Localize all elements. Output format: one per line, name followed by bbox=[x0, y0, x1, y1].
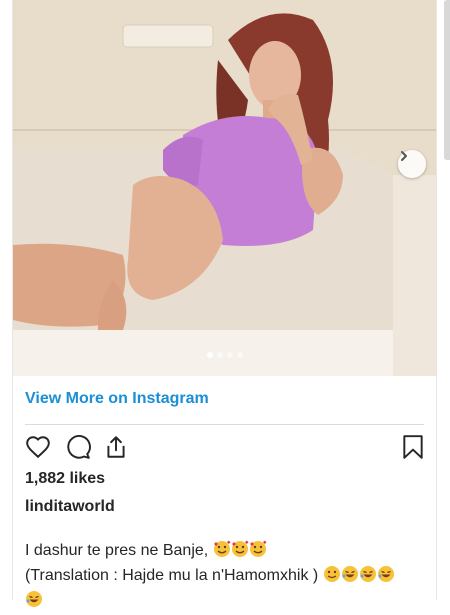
caption-text-1: I dashur te pres ne Banje, bbox=[25, 542, 209, 559]
carousel-dot bbox=[226, 352, 233, 358]
caption-text-2: (Translation : Hajde mu la n'Hamomxhik ) bbox=[25, 567, 319, 584]
action-bar bbox=[25, 434, 425, 462]
share-icon[interactable] bbox=[103, 434, 129, 465]
post-caption: I dashur te pres ne Banje, (Translation … bbox=[25, 540, 435, 615]
divider bbox=[25, 424, 424, 425]
heart-icon[interactable] bbox=[25, 434, 51, 465]
smiling-face-with-hearts-icon bbox=[231, 540, 249, 565]
carousel-dot-active bbox=[206, 352, 213, 358]
smiling-face-icon bbox=[323, 565, 341, 590]
carousel-dot bbox=[236, 352, 243, 358]
post-username[interactable]: linditaworld bbox=[25, 498, 115, 516]
smiling-face-with-hearts-icon bbox=[213, 540, 231, 565]
caption-line-2: (Translation : Hajde mu la n'Hamomxhik ) bbox=[25, 565, 435, 590]
rolling-laughing-icon bbox=[359, 565, 377, 590]
next-slide-button[interactable] bbox=[398, 150, 426, 178]
carousel-dot bbox=[216, 352, 223, 358]
caption-line-3 bbox=[25, 590, 435, 615]
view-more-on-instagram-link[interactable]: View More on Instagram bbox=[25, 390, 209, 408]
instagram-embed-card: View More on Instagram 1,882 likes lindi… bbox=[12, 0, 437, 607]
bookmark-icon[interactable] bbox=[401, 434, 425, 465]
page-scrollbar[interactable] bbox=[444, 0, 450, 160]
post-photo[interactable] bbox=[13, 0, 436, 376]
bathtub-photo-illustration bbox=[13, 0, 436, 376]
smiling-face-with-hearts-icon bbox=[249, 540, 267, 565]
likes-count[interactable]: 1,882 likes bbox=[25, 470, 105, 488]
comment-icon[interactable] bbox=[65, 434, 91, 465]
rolling-laughing-icon bbox=[341, 565, 359, 590]
chevron-right-icon bbox=[401, 151, 407, 161]
carousel-indicator bbox=[13, 352, 436, 358]
rolling-laughing-icon bbox=[377, 565, 395, 590]
caption-line-1: I dashur te pres ne Banje, bbox=[25, 540, 435, 565]
rolling-laughing-icon bbox=[25, 590, 43, 615]
